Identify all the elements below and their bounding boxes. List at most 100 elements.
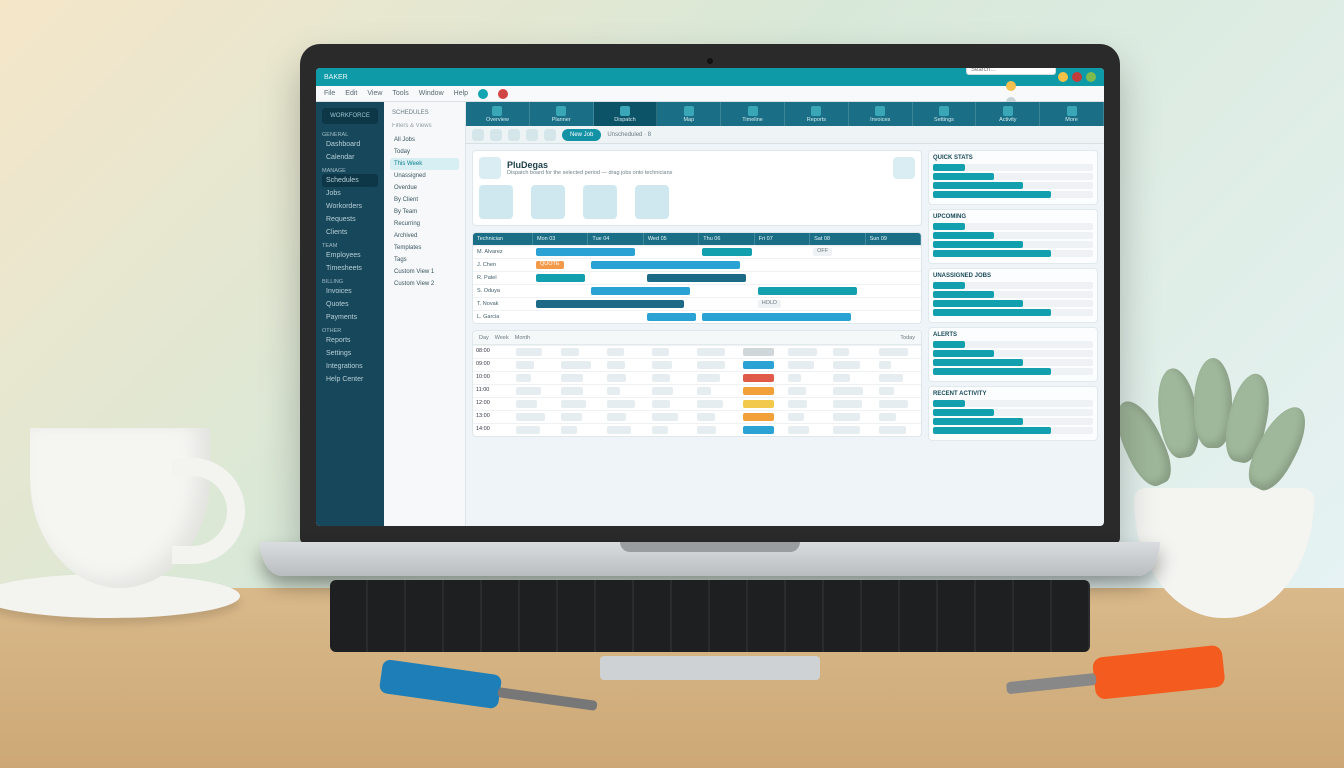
main-tab[interactable]: Invoices <box>849 102 913 126</box>
sidebar-item[interactable]: Help Center <box>322 373 378 386</box>
user-avatar-icon[interactable] <box>1006 81 1016 91</box>
schedule-cell[interactable] <box>740 398 785 410</box>
schedule-chip[interactable] <box>788 348 817 356</box>
schedule-cell[interactable] <box>694 424 739 436</box>
menu-item[interactable]: Window <box>419 90 444 97</box>
schedule-chip[interactable] <box>652 348 669 356</box>
schedule-cell[interactable] <box>876 385 921 397</box>
filter-item[interactable]: By Client <box>390 194 459 206</box>
gantt-cell[interactable] <box>588 298 643 310</box>
rail-line[interactable] <box>933 223 1093 230</box>
schedule-chip[interactable] <box>879 348 908 356</box>
schedule-chip[interactable] <box>561 413 581 421</box>
gantt-tag[interactable]: OFF <box>813 248 832 256</box>
schedule-chip[interactable] <box>516 387 541 395</box>
schedule-chip[interactable] <box>697 348 725 356</box>
schedule-cell[interactable] <box>785 411 830 423</box>
sidebar-item[interactable]: Jobs <box>322 187 378 200</box>
schedule-cell[interactable] <box>649 385 694 397</box>
gantt-cell[interactable] <box>533 246 588 258</box>
sidebar-item[interactable]: Clients <box>322 226 378 239</box>
gantt-cell[interactable] <box>866 311 921 323</box>
schedule-cell[interactable] <box>740 346 785 358</box>
gantt-cell[interactable] <box>755 246 810 258</box>
schedule-cell[interactable] <box>604 385 649 397</box>
gantt-cell[interactable] <box>699 272 754 284</box>
schedule-status-chip[interactable] <box>743 348 774 356</box>
brand-logo[interactable]: WORKFORCE <box>322 108 378 124</box>
schedule-cell[interactable] <box>740 424 785 436</box>
schedule-chip[interactable] <box>516 361 534 369</box>
schedule-cell[interactable] <box>785 346 830 358</box>
schedule-chip[interactable] <box>879 426 906 434</box>
gantt-row-label[interactable]: L. Garcia <box>473 311 533 323</box>
schedule-chip[interactable] <box>833 413 860 421</box>
sidebar-item[interactable]: Dashboard <box>322 138 378 151</box>
new-job-button[interactable]: New Job <box>562 129 601 141</box>
rail-line[interactable] <box>933 427 1093 434</box>
menu-item[interactable]: View <box>367 90 382 97</box>
schedule-cell[interactable] <box>830 398 875 410</box>
quick-icon[interactable] <box>531 185 565 219</box>
schedule-chip[interactable] <box>697 374 719 382</box>
gantt-cell[interactable]: QUOTE <box>533 259 588 271</box>
gantt-row-label[interactable]: T. Novak <box>473 298 533 310</box>
filter-item[interactable]: This Week <box>390 158 459 170</box>
gantt-cell[interactable] <box>588 272 643 284</box>
schedule-cell[interactable] <box>604 398 649 410</box>
gantt-cell[interactable] <box>755 272 810 284</box>
gantt-cell[interactable] <box>699 311 754 323</box>
filter-item[interactable]: By Team <box>390 206 459 218</box>
schedule-chip[interactable] <box>607 348 624 356</box>
schedule-cell[interactable] <box>830 385 875 397</box>
schedule-cell[interactable] <box>785 385 830 397</box>
schedule-cell[interactable] <box>694 346 739 358</box>
schedule-status-chip[interactable] <box>743 374 774 382</box>
gantt-cell[interactable] <box>533 272 588 284</box>
schedule-cell[interactable] <box>649 398 694 410</box>
schedule-cell[interactable] <box>513 385 558 397</box>
schedule-chip[interactable] <box>607 361 625 369</box>
gantt-cell[interactable] <box>644 285 699 297</box>
schedule-chip[interactable] <box>879 400 908 408</box>
gantt-cell[interactable] <box>810 285 865 297</box>
gantt-cell[interactable] <box>866 272 921 284</box>
main-tab[interactable]: Activity <box>976 102 1040 126</box>
gantt-cell[interactable] <box>533 311 588 323</box>
rail-line[interactable] <box>933 359 1093 366</box>
forward-icon[interactable] <box>490 129 502 141</box>
gantt-column-header[interactable]: Tue 04 <box>588 233 643 245</box>
schedule-chip[interactable] <box>607 387 620 395</box>
schedule-cell[interactable] <box>649 346 694 358</box>
gantt-cell[interactable] <box>588 259 643 271</box>
schedule-chip[interactable] <box>833 374 850 382</box>
quick-icon[interactable] <box>583 185 617 219</box>
schedule-cell[interactable] <box>558 359 603 371</box>
notification-dot-icon[interactable] <box>498 89 508 99</box>
menu-item[interactable]: Help <box>454 90 468 97</box>
schedule-chip[interactable] <box>652 413 678 421</box>
schedule-cell[interactable] <box>558 346 603 358</box>
schedule-status-chip[interactable] <box>743 426 774 434</box>
schedule-cell[interactable] <box>604 346 649 358</box>
schedule-status-chip[interactable] <box>743 361 774 369</box>
sidebar-item[interactable]: Timesheets <box>322 262 378 275</box>
schedule-cell[interactable] <box>649 411 694 423</box>
schedule-chip[interactable] <box>788 374 801 382</box>
schedule-chip[interactable] <box>516 426 540 434</box>
schedule-chip[interactable] <box>788 387 806 395</box>
schedule-chip[interactable] <box>607 374 626 382</box>
sidebar-item[interactable]: Workorders <box>322 200 378 213</box>
rail-line[interactable] <box>933 341 1093 348</box>
filter-item[interactable]: Today <box>390 146 459 158</box>
menu-item[interactable]: File <box>324 90 335 97</box>
schedule-chip[interactable] <box>697 361 725 369</box>
filter-icon[interactable] <box>526 129 538 141</box>
gantt-cell[interactable] <box>644 259 699 271</box>
schedule-chip[interactable] <box>652 361 672 369</box>
gantt-cell[interactable] <box>533 298 588 310</box>
gantt-cell[interactable] <box>533 285 588 297</box>
schedule-chip[interactable] <box>697 387 710 395</box>
gantt-column-header[interactable]: Sun 09 <box>866 233 921 245</box>
schedule-chip[interactable] <box>516 348 542 356</box>
